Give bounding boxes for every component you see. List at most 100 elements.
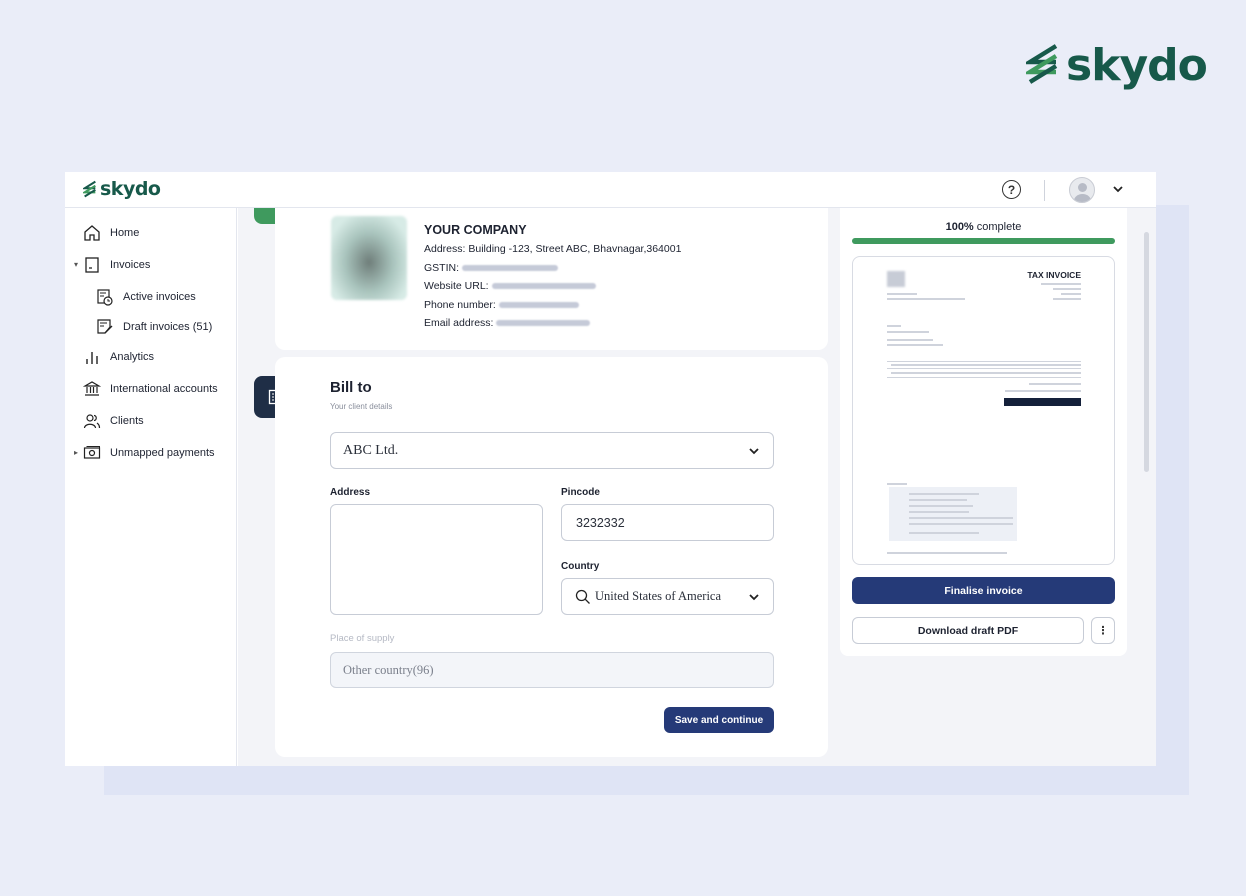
avatar-body	[1074, 194, 1091, 202]
preview-line	[887, 293, 917, 295]
preview-line	[887, 298, 965, 300]
finalise-invoice-button[interactable]: Finalise invoice	[852, 577, 1115, 604]
home-icon	[84, 225, 100, 241]
pincode-label: Pincode	[561, 487, 600, 498]
preview-line	[909, 532, 979, 534]
sidebar-item-invoices[interactable]: Invoices	[83, 256, 150, 274]
sidebar-item-unmapped-payments[interactable]: Unmapped payments	[83, 444, 215, 462]
bill-to-card: Bill to Your client details ABC Ltd. Add…	[275, 357, 828, 757]
preview-logo	[887, 271, 905, 287]
topbar-divider	[1044, 180, 1045, 201]
redacted-value	[461, 264, 558, 271]
preview-payment-line	[1005, 390, 1081, 392]
pincode-input[interactable]: 3232332	[561, 504, 774, 541]
invoice-preview-panel: 100% complete TAX INVOICE Finalise invoi…	[840, 208, 1127, 656]
company-email: Email address:	[424, 314, 681, 333]
preview-table-rule	[887, 377, 1081, 378]
preview-line	[887, 483, 907, 485]
help-icon[interactable]: ?	[1002, 180, 1021, 199]
preview-subtotal	[1029, 383, 1081, 385]
address-textarea[interactable]	[330, 504, 543, 615]
sidebar-item-label: Clients	[110, 415, 144, 427]
place-of-supply-label: Place of supply	[330, 633, 395, 644]
pincode-value: 3232332	[576, 515, 625, 530]
invoice-icon	[85, 257, 99, 273]
section-subtitle: Your client details	[330, 402, 393, 411]
preview-title: TAX INVOICE	[1027, 270, 1081, 280]
sidebar-item-active-invoices[interactable]: Active invoices	[96, 288, 196, 306]
sidebar-item-label: Invoices	[110, 259, 151, 271]
main-content: YOUR COMPANY Address: Building -123, Str…	[238, 208, 1156, 766]
redacted-value	[496, 320, 591, 327]
scrollbar[interactable]	[1144, 232, 1149, 472]
preview-table-rule	[887, 361, 1081, 362]
download-draft-pdf-button[interactable]: Download draft PDF	[852, 617, 1084, 644]
company-phone: Phone number:	[424, 296, 681, 315]
company-details: YOUR COMPANY Address: Building -123, Str…	[424, 222, 681, 333]
brand-logo-large: skydo	[1026, 38, 1208, 92]
skydo-logo-icon	[1026, 44, 1058, 84]
cash-icon	[83, 446, 101, 459]
progress-bar-fill	[852, 238, 1115, 244]
brand-wordmark: skydo	[1066, 39, 1208, 91]
sidebar-item-analytics[interactable]: Analytics	[83, 348, 154, 366]
preview-line	[887, 339, 933, 341]
app-wordmark: skydo	[100, 178, 161, 200]
company-gstin: GSTIN:	[424, 259, 681, 278]
address-label: Address	[330, 487, 371, 498]
company-logo	[331, 216, 407, 300]
sidebar-item-label: Draft invoices (51)	[123, 321, 213, 333]
chevron-down-icon	[749, 594, 759, 601]
invoice-preview-thumbnail[interactable]: TAX INVOICE	[852, 256, 1115, 565]
sidebar-item-label: International accounts	[110, 383, 218, 395]
company-address: Address: Building -123, Street ABC, Bhav…	[424, 243, 682, 255]
preview-line	[1053, 288, 1081, 290]
company-name: YOUR COMPANY	[424, 223, 527, 237]
preview-table-header	[891, 364, 1081, 366]
preview-total-bar	[1004, 398, 1081, 406]
app-logo[interactable]: skydo	[83, 178, 161, 200]
caret-down-icon[interactable]: ▾	[74, 260, 78, 269]
preview-line	[909, 523, 1013, 525]
avatar[interactable]	[1069, 177, 1095, 203]
redacted-value	[491, 283, 596, 290]
more-options-icon[interactable]: ⋮	[1091, 617, 1115, 644]
preview-line	[887, 344, 943, 346]
caret-right-icon[interactable]: ▸	[74, 448, 78, 457]
sidebar-item-international-accounts[interactable]: International accounts	[83, 380, 218, 398]
company-website: Website URL:	[424, 277, 681, 296]
preview-line	[887, 325, 901, 327]
progress-bar	[852, 238, 1115, 244]
save-and-continue-button[interactable]: Save and continue	[664, 707, 774, 733]
top-bar: skydo ?	[65, 172, 1156, 208]
sidebar-item-label: Active invoices	[123, 291, 196, 303]
draft-invoice-icon	[97, 319, 113, 334]
redacted-value	[498, 301, 579, 308]
country-select-value: United States of America	[595, 589, 722, 603]
skydo-logo-icon	[83, 180, 96, 197]
sidebar-item-home[interactable]: Home	[83, 224, 139, 242]
clients-icon	[83, 414, 101, 429]
country-select[interactable]: United States of America	[561, 578, 774, 615]
sidebar-item-label: Unmapped payments	[110, 447, 215, 459]
preview-table-row	[891, 372, 1081, 374]
place-of-supply-value: Other country(96)	[343, 662, 434, 677]
avatar-head	[1078, 183, 1087, 192]
chevron-down-icon	[749, 448, 759, 455]
preview-table-rule	[887, 368, 1081, 369]
progress-label: 100% complete	[945, 221, 1022, 233]
preview-line	[909, 505, 973, 507]
sidebar-item-label: Home	[110, 227, 140, 239]
preview-line	[1061, 293, 1081, 295]
preview-line	[1041, 283, 1081, 285]
search-icon	[575, 589, 590, 604]
place-of-supply-input: Other country(96)	[330, 652, 774, 688]
chevron-down-icon[interactable]	[1111, 182, 1125, 196]
client-select[interactable]: ABC Ltd.	[330, 432, 774, 469]
country-label: Country	[561, 561, 600, 572]
preview-line	[887, 331, 929, 333]
app-window: skydo ? Home ▾ Invoices Active invoices …	[65, 172, 1156, 766]
sidebar-item-draft-invoices[interactable]: Draft invoices (51)	[96, 318, 212, 336]
sidebar-item-clients[interactable]: Clients	[83, 412, 144, 430]
preview-line	[1053, 298, 1081, 300]
